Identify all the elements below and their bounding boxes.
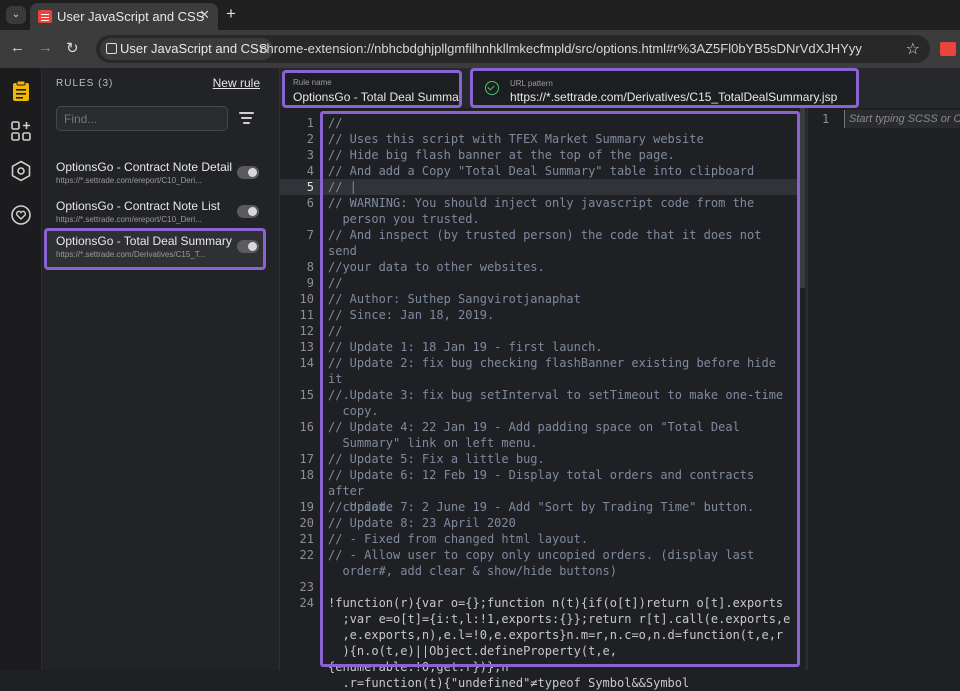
line-number: 1: [306, 116, 314, 130]
settings-hex-icon[interactable]: [10, 160, 32, 182]
add-widgets-icon[interactable]: [10, 120, 32, 142]
bookmark-star-icon[interactable]: ☆: [906, 39, 920, 59]
rule-name-field[interactable]: Rule name OptionsGo - Total Deal Summar: [282, 70, 462, 108]
rule-enable-toggle[interactable]: [237, 205, 259, 218]
rule-name-label: Rule name: [293, 78, 332, 87]
line-number: 11: [299, 308, 314, 322]
tab-title: User JavaScript and CSS: [57, 9, 205, 24]
line-number: 24: [299, 596, 314, 610]
rules-count-heading: RULES (3): [56, 78, 114, 89]
back-icon[interactable]: ←: [10, 39, 25, 56]
rule-enable-toggle[interactable]: [237, 240, 259, 253]
site-info-chip[interactable]: User JavaScript and CSS: [100, 38, 274, 60]
rule-name: OptionsGo - Contract Note List: [56, 199, 221, 213]
rule-item-contract-note-detail[interactable]: OptionsGo - Contract Note Detail https:/…: [44, 154, 266, 196]
extension-favicon-icon: [38, 10, 52, 23]
tab-close-icon[interactable]: ✕: [199, 7, 210, 23]
url-text[interactable]: chrome-extension://nbhcbdghjpllgmfilhnhk…: [260, 41, 862, 56]
line-number: 8: [306, 260, 314, 274]
line-number: 2: [306, 132, 314, 146]
browser-tab-strip: ⌄ User JavaScript and CSS ✕ +: [0, 0, 960, 30]
support-heart-icon[interactable]: [10, 204, 32, 226]
line-number: 12: [299, 324, 314, 338]
line-number: 20: [299, 516, 314, 530]
rule-name: OptionsGo - Total Deal Summary: [56, 234, 232, 248]
rules-panel: RULES (3) New rule OptionsGo - Contract …: [42, 68, 280, 670]
url-pattern-field[interactable]: URL pattern https://*.settrade.com/Deriv…: [470, 68, 859, 108]
css-editor[interactable]: 1 Start typing SCSS or CSS: [807, 108, 960, 670]
code-highlight-outline: [320, 111, 800, 667]
line-number: 19: [299, 500, 314, 514]
app-icon-rail: [0, 68, 42, 670]
rule-url: https://*.settrade.com/ereport/C10_Deri.…: [56, 215, 202, 224]
reload-icon[interactable]: ↻: [66, 39, 79, 57]
line-number: 5: [306, 180, 314, 194]
rule-url: https://*.settrade.com/Derivatives/C15_T…: [56, 250, 206, 259]
browser-toolbar: ← → ↻ User JavaScript and CSS chrome-ext…: [0, 30, 960, 68]
forward-icon[interactable]: →: [38, 39, 53, 56]
css-placeholder: Start typing SCSS or CSS: [849, 113, 960, 125]
line-number: 16: [299, 420, 314, 434]
rule-editor: Rule name OptionsGo - Total Deal Summar …: [280, 68, 960, 690]
line-number: 17: [299, 452, 314, 466]
line-number: 14: [299, 356, 314, 370]
css-line-number: 1: [822, 112, 830, 126]
line-number: 10: [299, 292, 314, 306]
url-pattern-label: URL pattern: [510, 79, 553, 88]
rule-url: https://*.settrade.com/ereport/C10_Deri.…: [56, 176, 202, 185]
line-number: 3: [306, 148, 314, 162]
rule-name-value[interactable]: OptionsGo - Total Deal Summar: [293, 90, 459, 104]
rule-name: OptionsGo - Contract Note Detail: [56, 160, 233, 174]
clipboard-rules-icon[interactable]: [10, 80, 32, 102]
rule-item-total-deal-summary[interactable]: OptionsGo - Total Deal Summary https://*…: [44, 228, 266, 270]
js-code-editor[interactable]: 1//2// Uses this script with TFEX Market…: [280, 108, 805, 690]
rule-enable-toggle[interactable]: [237, 166, 259, 179]
line-number: 9: [306, 276, 314, 290]
line-number: 18: [299, 468, 314, 482]
filter-icon[interactable]: [239, 112, 254, 124]
line-number: 13: [299, 340, 314, 354]
line-number: 7: [306, 228, 314, 242]
valid-check-icon: [485, 81, 499, 95]
line-number: 21: [299, 532, 314, 546]
editor-scrollbar[interactable]: [800, 108, 805, 288]
line-number: 23: [299, 580, 314, 594]
browser-tab[interactable]: User JavaScript and CSS ✕: [30, 3, 218, 30]
site-chip-label: User JavaScript and CSS: [120, 41, 268, 56]
tab-search-button[interactable]: ⌄: [6, 6, 26, 24]
new-tab-button[interactable]: +: [226, 4, 236, 24]
line-number: 4: [306, 164, 314, 178]
line-number: 22: [299, 548, 314, 562]
line-number: 6: [306, 196, 314, 210]
url-pattern-value[interactable]: https://*.settrade.com/Derivatives/C15_T…: [510, 90, 837, 104]
css-active-line[interactable]: Start typing SCSS or CSS: [844, 110, 960, 128]
rules-search-input[interactable]: [56, 106, 228, 131]
new-rule-link[interactable]: New rule: [213, 76, 260, 90]
line-number: 15: [299, 388, 314, 402]
address-bar[interactable]: User JavaScript and CSS chrome-extension…: [96, 35, 930, 63]
extension-toolbar-icon[interactable]: [940, 42, 956, 56]
extension-icon: [106, 43, 117, 54]
